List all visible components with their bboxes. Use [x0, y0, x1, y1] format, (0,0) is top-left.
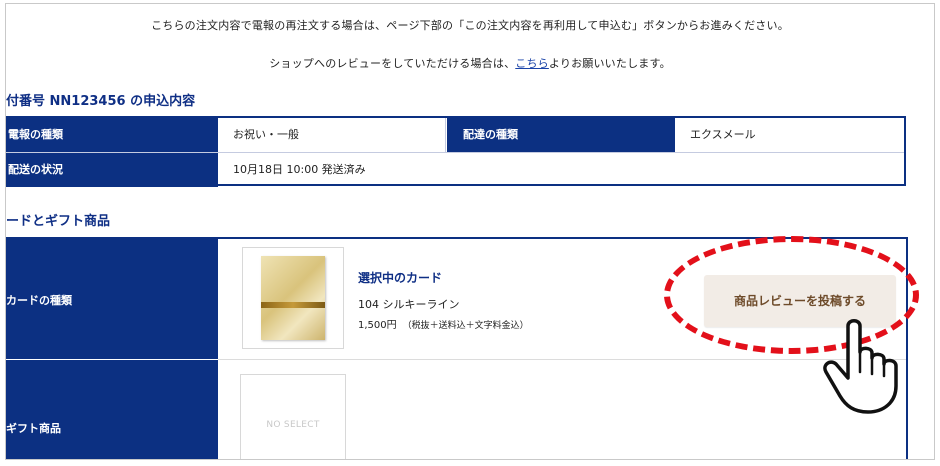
review-notice: ショップへのレビューをしていただける場合は、こちらよりお願いいたします。 — [6, 55, 934, 71]
gift-label: ギフト商品 — [6, 422, 61, 435]
card-image — [261, 256, 325, 340]
gift-thumbnail[interactable]: NO SELECT — [240, 374, 346, 459]
application-table: 電報の種類 お祝い・一般 配達の種類 エクスメール 配送の状況 10月18日 1… — [6, 116, 906, 187]
table-row: 電報の種類 お祝い・一般 配達の種類 エクスメール — [6, 118, 904, 153]
shipping-status-value: 10月18日 10:00 発送済み — [233, 163, 366, 176]
application-section-title: 付番号 NN123456 の申込内容 — [6, 94, 196, 109]
card-name: 104 シルキーライン — [358, 298, 460, 311]
review-notice-prefix: ショップへのレビューをしていただける場合は、 — [269, 57, 516, 70]
card-price-note: （税抜＋送料込＋文字料金込） — [402, 321, 529, 331]
table-row: 配送の状況 10月18日 10:00 発送済み — [6, 153, 904, 187]
review-notice-suffix: よりお願いいたします。 — [548, 57, 671, 70]
telegram-type-header: 電報の種類 — [6, 118, 218, 152]
card-gold-band — [261, 302, 325, 308]
shop-review-link[interactable]: こちら — [515, 57, 549, 70]
delivery-type-value: エクスメール — [690, 128, 756, 141]
card-thumbnail[interactable] — [242, 247, 344, 349]
gift-header: ギフト商品 — [6, 360, 218, 459]
card-type-label: カードの種類 — [6, 294, 72, 307]
card-price: 1,500円 （税抜＋送料込＋文字料金込） — [358, 316, 529, 331]
card-price-value: 1,500円 — [358, 320, 397, 331]
shipping-status-header: 配送の状況 — [6, 153, 218, 187]
delivery-type-header: 配達の種類 — [447, 118, 675, 152]
cards-section-title: ードとギフト商品 — [6, 214, 111, 229]
row-divider — [218, 359, 906, 360]
order-detail-panel: こちらの注文内容で電報の再注文する場合は、ページ下部の「この注文内容を再利用して… — [5, 3, 935, 460]
selected-card-title: 選択中のカード — [358, 271, 443, 285]
telegram-type-value: お祝い・一般 — [218, 118, 446, 152]
card-type-header: カードの種類 — [6, 239, 218, 359]
gift-placeholder: NO SELECT — [266, 420, 320, 430]
pointing-hand-icon — [823, 319, 898, 414]
reorder-notice: こちらの注文内容で電報の再注文する場合は、ページ下部の「この注文内容を再利用して… — [151, 19, 789, 32]
